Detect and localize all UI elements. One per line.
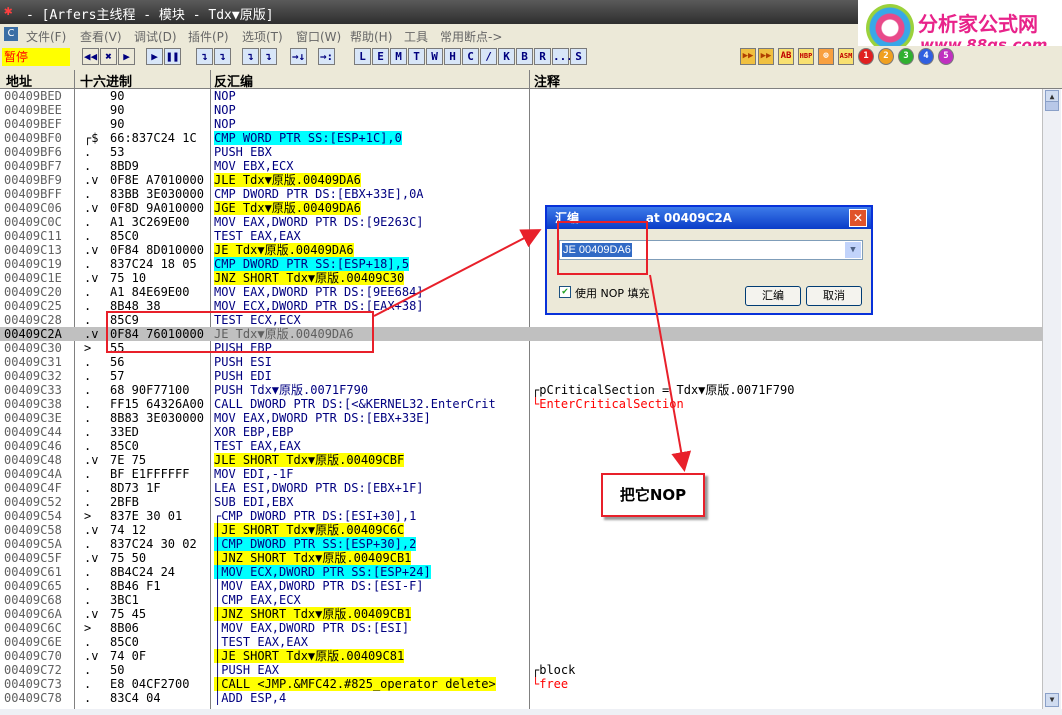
annotation-arrows: [373, 229, 692, 472]
arrow-to-callout: [649, 274, 692, 472]
arrow-to-dialog: [373, 229, 542, 317]
